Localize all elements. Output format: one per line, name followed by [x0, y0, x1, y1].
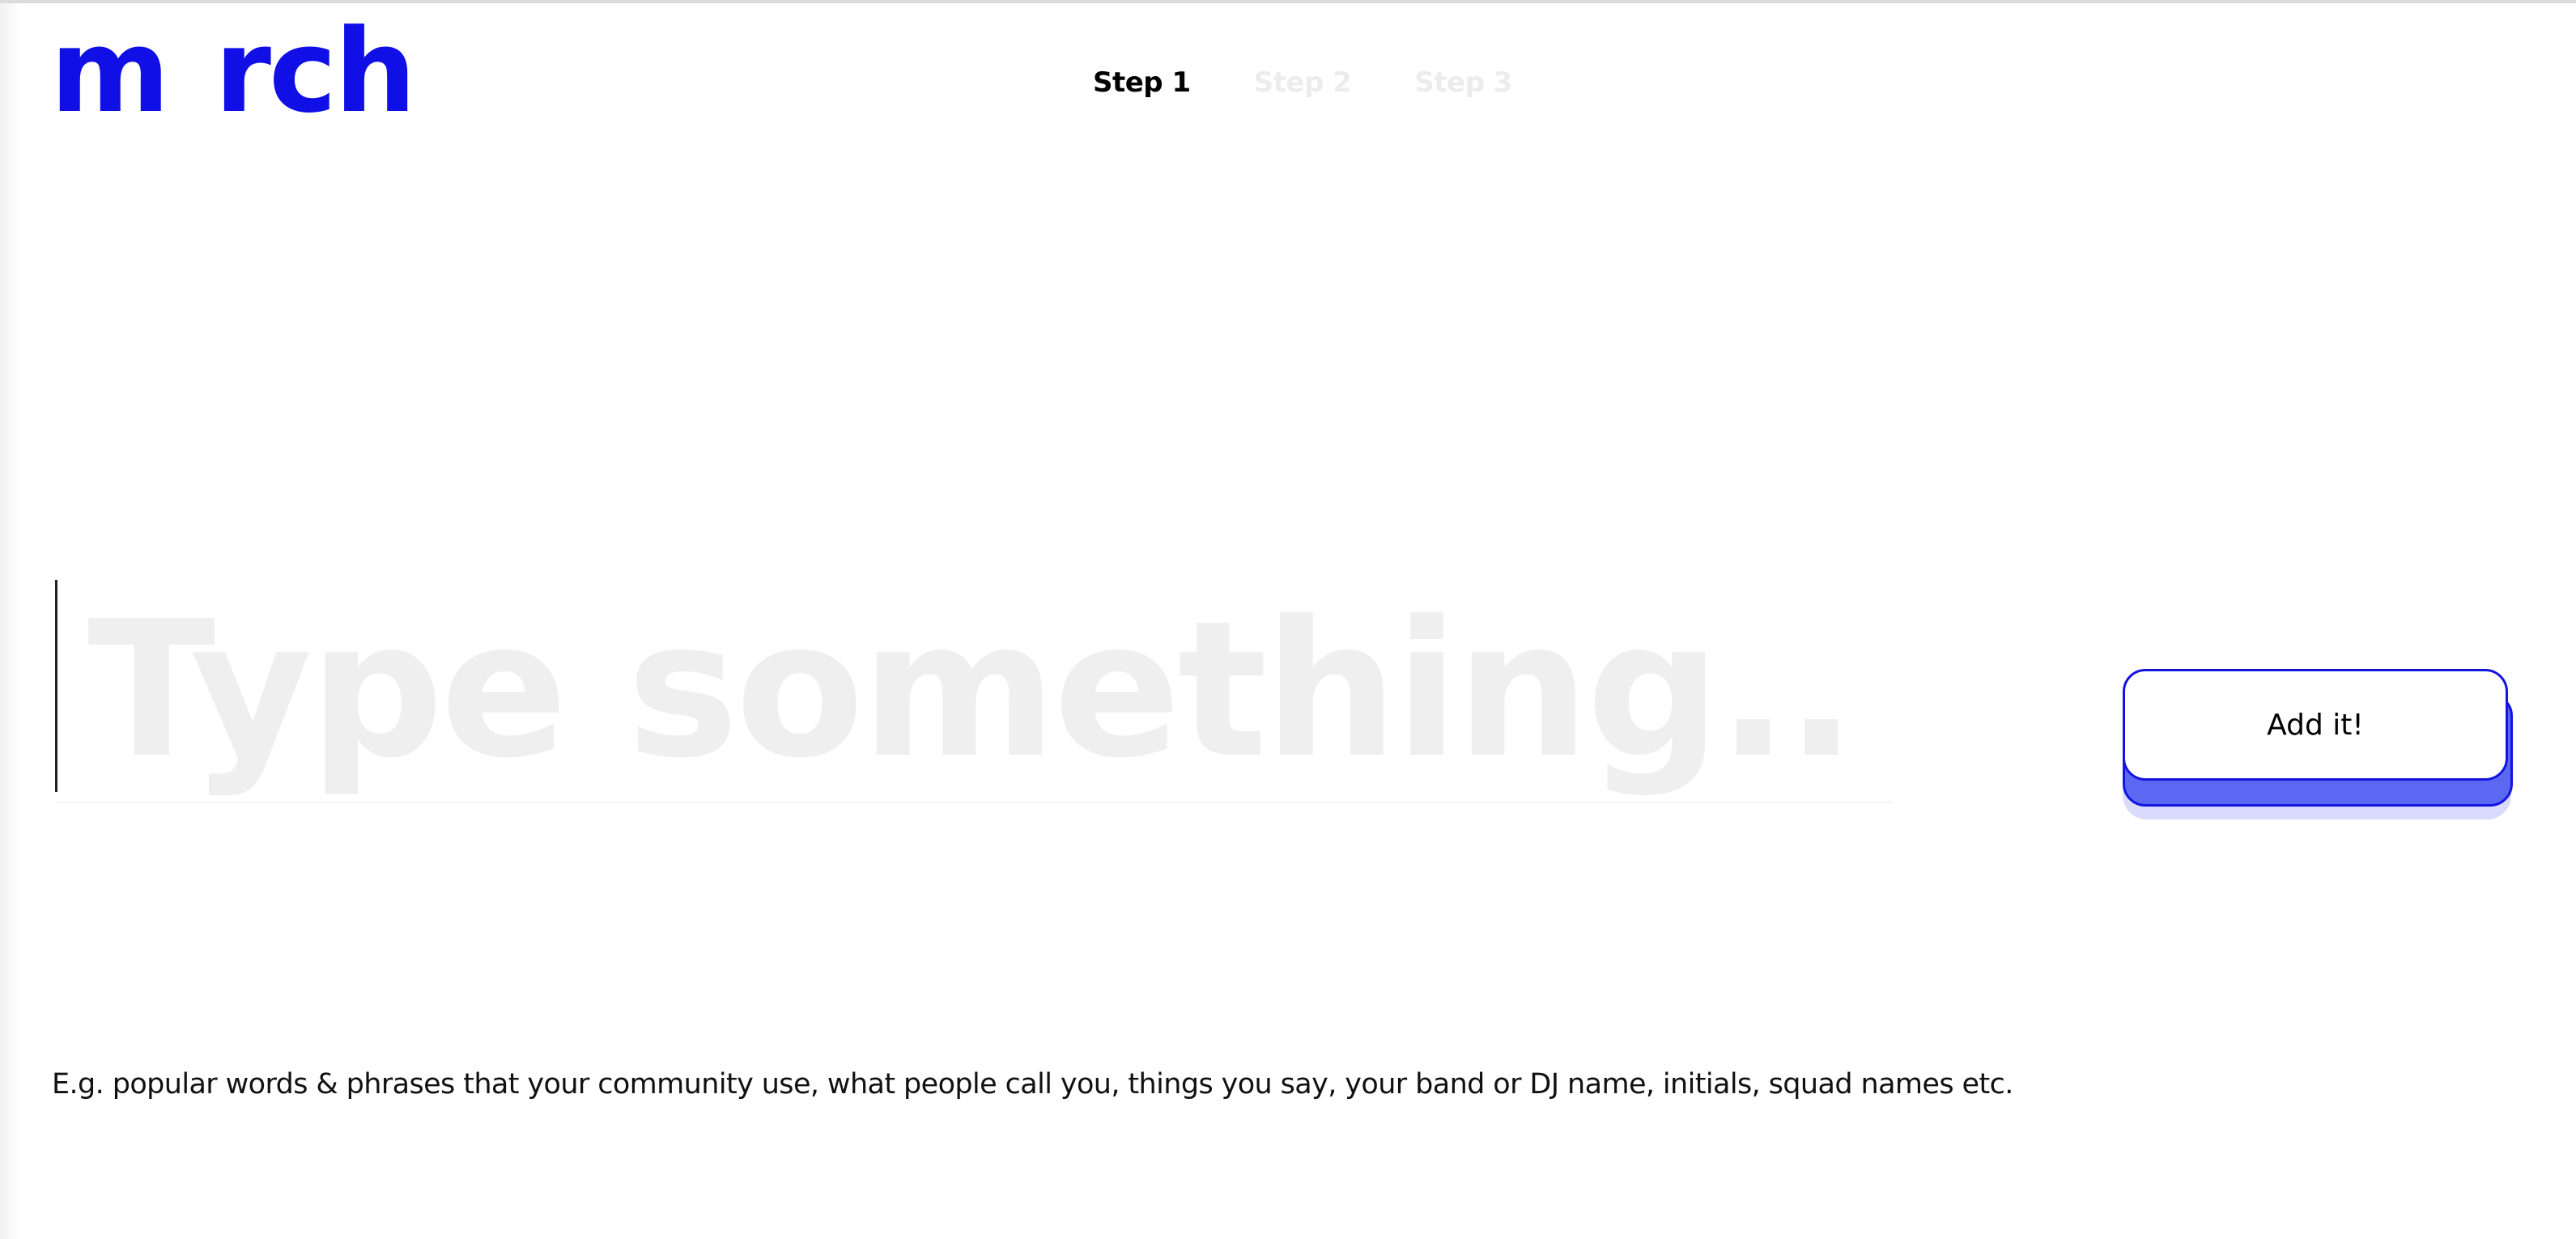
add-button-group: Add it! — [2123, 669, 2513, 820]
text-caret — [55, 580, 57, 792]
add-it-button[interactable]: Add it! — [2123, 669, 2508, 781]
step-1-tab[interactable]: Step 1 — [1093, 66, 1191, 99]
logo-text-part2: rch — [214, 5, 416, 138]
hint-text: E.g. popular words & phrases that your c… — [52, 1068, 2013, 1101]
top-divider — [0, 0, 2576, 3]
left-edge-shade — [0, 3, 21, 1239]
step-2-tab[interactable]: Step 2 — [1254, 66, 1352, 99]
step-progress-nav: Step 1 Step 2 Step 3 — [1093, 66, 1512, 99]
step-3-tab[interactable]: Step 3 — [1414, 66, 1512, 99]
phrase-entry — [55, 577, 1893, 868]
input-underline — [55, 802, 1893, 803]
logo-text-part1: m — [50, 5, 170, 138]
brand-logo[interactable]: m rch — [50, 15, 416, 130]
phrase-input[interactable] — [87, 577, 1852, 803]
